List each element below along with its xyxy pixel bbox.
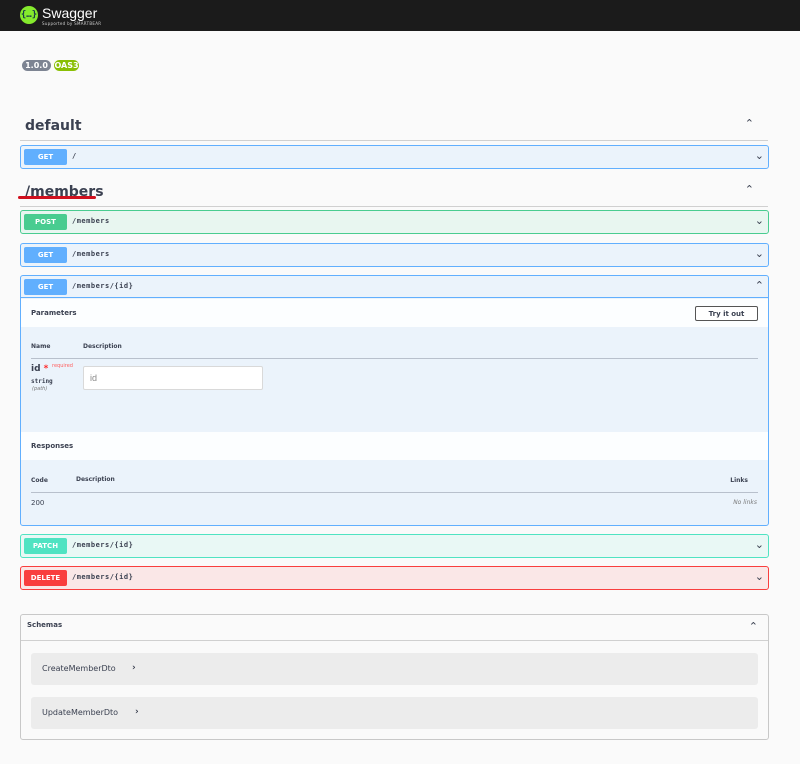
operation-path: /members/{id}	[72, 541, 134, 549]
operation-path: /members	[72, 217, 110, 225]
chevron-up-icon[interactable]: ⌃	[749, 620, 758, 633]
operation-path: /members/{id}	[72, 282, 134, 290]
tag-header-default[interactable]: default ⌃	[20, 117, 768, 141]
param-name: id *	[31, 364, 48, 374]
method-badge-delete: DELETE	[24, 570, 67, 586]
chevron-right-icon[interactable]: ›	[135, 707, 139, 717]
column-header-code: Code	[31, 477, 48, 484]
param-location: (path)	[32, 386, 48, 392]
schema-model-create-member-dto[interactable]: CreateMemberDto ›	[31, 653, 758, 685]
param-type: string	[31, 378, 53, 385]
chevron-right-icon[interactable]: ›	[132, 663, 136, 673]
operation-summary[interactable]: PATCH /members/{id} ⌄	[21, 535, 768, 557]
schemas-title: Schemas	[27, 621, 63, 629]
responses-section-header: Responses	[21, 432, 768, 460]
model-name: UpdateMemberDto	[42, 708, 119, 717]
chevron-down-icon[interactable]: ⌄	[755, 247, 764, 260]
operation-path: /	[72, 152, 77, 160]
operation-summary[interactable]: GET / ⌄	[21, 146, 768, 168]
top-bar: {…} Swagger Supported by SMARTBEAR	[0, 0, 800, 31]
method-badge-post: POST	[24, 214, 67, 230]
operation-summary[interactable]: POST /members ⌄	[21, 211, 768, 233]
column-header-links: Links	[730, 477, 748, 484]
divider	[31, 492, 758, 493]
tag-header-members[interactable]: /members ⌃	[20, 183, 768, 207]
response-code: 200	[31, 499, 45, 507]
required-star: *	[43, 364, 49, 374]
chevron-down-icon[interactable]: ⌄	[755, 570, 764, 583]
operation-path: /members	[72, 250, 110, 258]
method-badge-patch: PATCH	[24, 538, 67, 554]
operation-patch-member-by-id[interactable]: PATCH /members/{id} ⌄	[20, 534, 769, 558]
parameters-section-header: Parameters Try it out	[21, 299, 768, 327]
chevron-up-icon[interactable]: ⌃	[755, 279, 764, 292]
tag-title: default	[25, 118, 82, 134]
chevron-up-icon[interactable]: ⌃	[745, 117, 754, 130]
try-it-out-button[interactable]: Try it out	[695, 306, 758, 321]
method-badge-get: GET	[24, 149, 67, 165]
method-badge-get: GET	[24, 247, 67, 263]
operation-summary[interactable]: DELETE /members/{id} ⌄	[21, 567, 768, 589]
model-name: CreateMemberDto	[42, 664, 116, 673]
api-version-badge: 1.0.0	[22, 60, 51, 71]
method-badge-get: GET	[24, 279, 67, 295]
column-header-name: Name	[31, 343, 51, 350]
red-annotation-underline	[18, 196, 96, 199]
chevron-up-icon[interactable]: ⌃	[745, 183, 754, 196]
parameters-tab-indicator	[27, 325, 82, 327]
chevron-down-icon[interactable]: ⌄	[755, 149, 764, 162]
smartbear-tagline: Supported by SMARTBEAR	[42, 21, 102, 26]
operation-post-members[interactable]: POST /members ⌄	[20, 210, 769, 234]
schema-model-update-member-dto[interactable]: UpdateMemberDto ›	[31, 697, 758, 729]
swagger-logo-text[interactable]: Swagger	[42, 5, 97, 21]
chevron-down-icon[interactable]: ⌄	[755, 214, 764, 227]
operation-get-root[interactable]: GET / ⌄	[20, 145, 769, 169]
operation-delete-member-by-id[interactable]: DELETE /members/{id} ⌄	[20, 566, 769, 590]
oas-version-badge: OAS3	[54, 60, 79, 71]
divider	[31, 358, 758, 359]
chevron-down-icon[interactable]: ⌄	[755, 538, 764, 551]
schemas-header[interactable]: Schemas ⌃	[21, 615, 768, 641]
column-header-description: Description	[76, 476, 115, 483]
parameters-tab[interactable]: Parameters	[31, 309, 77, 317]
required-label: required	[52, 363, 73, 369]
schemas-section: Schemas ⌃ CreateMemberDto › UpdateMember…	[20, 614, 769, 740]
response-links: No links	[733, 499, 757, 506]
operation-get-members[interactable]: GET /members ⌄	[20, 243, 769, 267]
operation-summary[interactable]: GET /members/{id} ⌃	[21, 276, 768, 298]
swagger-logo-icon[interactable]: {…}	[20, 6, 38, 24]
responses-title: Responses	[31, 442, 74, 450]
operation-path: /members/{id}	[72, 573, 134, 581]
param-name-text: id	[31, 364, 41, 374]
operation-summary[interactable]: GET /members ⌄	[21, 244, 768, 266]
id-input[interactable]	[83, 366, 263, 390]
column-header-description: Description	[83, 343, 122, 350]
operation-get-member-by-id: GET /members/{id} ⌃ Parameters Try it ou…	[20, 275, 769, 526]
